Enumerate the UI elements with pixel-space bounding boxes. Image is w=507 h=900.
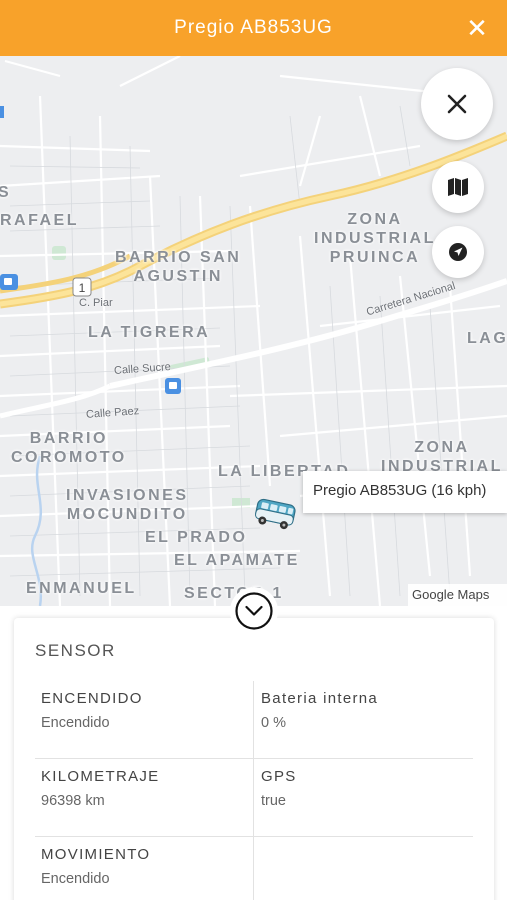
sensor-cell-movimiento: MOVIMIENTO Encendido xyxy=(35,837,254,900)
sensor-label: KILOMETRAJE xyxy=(41,768,160,785)
sensor-row: MOVIMIENTO Encendido xyxy=(35,837,473,900)
sensor-cell-kilometraje: KILOMETRAJE 96398 km xyxy=(35,759,254,836)
map-view[interactable]: 1 S RAFAEL BARRIO SAN AGUSTIN ZONA INDUS… xyxy=(0,56,507,606)
sensor-title: SENSOR xyxy=(35,641,116,660)
sensor-row: ENCENDIDO Encendido Bateria interna 0 % xyxy=(35,681,473,759)
map-label-rafael: RAFAEL xyxy=(0,212,79,229)
map-label-s: S xyxy=(0,184,12,201)
map-label-enmanuel: ENMANUEL xyxy=(26,580,137,597)
sensor-value: Encendido xyxy=(41,871,110,887)
page-title: Pregio AB853UG xyxy=(174,17,333,38)
map-close-button[interactable] xyxy=(421,68,493,140)
sensor-row: KILOMETRAJE 96398 km GPS true xyxy=(35,759,473,837)
map-label-el-apamate: EL APAMATE xyxy=(174,552,300,569)
close-icon[interactable]: ✕ xyxy=(465,14,489,42)
close-icon xyxy=(447,94,467,114)
sensor-cell-empty xyxy=(254,837,473,900)
map-icon xyxy=(448,178,468,196)
sensor-label: ENCENDIDO xyxy=(41,690,143,707)
sensor-label: Bateria interna xyxy=(261,690,379,707)
collapse-map-button[interactable] xyxy=(230,587,278,635)
sensor-value: true xyxy=(261,793,286,809)
chevron-down-circle-icon xyxy=(235,592,273,630)
map-label-lag: LAG xyxy=(467,330,507,347)
map-label-zona-industrial-pruinca: ZONA INDUSTRIAL PRUINCA xyxy=(314,211,436,266)
sensor-cell-encendido: ENCENDIDO Encendido xyxy=(35,681,254,758)
sensor-value: 96398 km xyxy=(41,793,105,809)
app-header: Pregio AB853UG ✕ xyxy=(0,0,507,56)
sensor-grid: ENCENDIDO Encendido Bateria interna 0 % … xyxy=(35,681,473,900)
sensor-cell-bateria-interna: Bateria interna 0 % xyxy=(254,681,473,758)
map-label-barrio-san-agustin: BARRIO SAN AGUSTIN xyxy=(115,249,242,285)
sensor-value: 0 % xyxy=(261,715,286,731)
van-icon[interactable] xyxy=(252,496,298,532)
sensor-cell-gps: GPS true xyxy=(254,759,473,836)
vehicle-tooltip: Pregio AB853UG (16 kph) xyxy=(303,471,507,513)
sensor-label: MOVIMIENTO xyxy=(41,846,151,863)
sensor-value: Encendido xyxy=(41,715,110,731)
map-attribution[interactable]: Google Maps xyxy=(408,584,507,606)
map-label-invasiones-mocundito: INVASIONES MOCUNDITO xyxy=(66,487,189,523)
street-label-c-piar: C. Piar xyxy=(79,297,113,309)
locate-button[interactable] xyxy=(432,226,484,278)
map-label-el-prado: EL PRADO xyxy=(145,529,248,546)
map-layers-button[interactable] xyxy=(432,161,484,213)
sensor-card: SENSOR ENCENDIDO Encendido Bateria inter… xyxy=(14,618,494,900)
map-label-barrio-coromoto: BARRIO COROMOTO xyxy=(11,430,127,466)
navigation-icon xyxy=(449,243,467,261)
route-shield-label: 1 xyxy=(79,281,86,295)
sensor-label: GPS xyxy=(261,768,297,785)
map-label-la-tigrera: LA TIGRERA xyxy=(88,324,211,341)
